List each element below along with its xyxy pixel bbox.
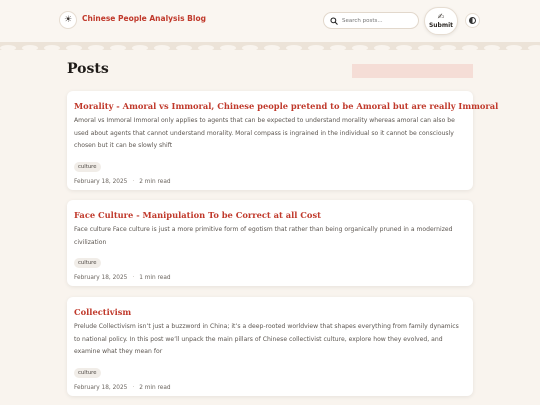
wave-divider: [0, 42, 540, 50]
sun-icon[interactable]: ☀: [59, 11, 77, 29]
post-excerpt: Face culture Face culture is just a more…: [74, 226, 453, 246]
submit-label: Submit: [428, 22, 454, 29]
post-card[interactable]: Collectivism Prelude Collectivism isn’t …: [67, 297, 473, 396]
post-meta: February 18, 2025 · 2 min read: [74, 179, 466, 185]
post-tag[interactable]: culture: [74, 367, 101, 378]
post-tag[interactable]: culture: [74, 161, 101, 172]
search-box[interactable]: [323, 12, 419, 29]
site-title[interactable]: Chinese People Analysis Blog: [82, 14, 206, 23]
meta-separator: ·: [132, 384, 135, 391]
meta-separator: ·: [132, 275, 135, 281]
search-icon: [330, 16, 338, 25]
search-input[interactable]: [342, 17, 416, 24]
title-highlight-bar: [352, 64, 473, 78]
post-meta: February 18, 2025 · 1 min read: [74, 275, 466, 281]
theme-toggle-button[interactable]: [465, 13, 480, 28]
post-date: February 18, 2025: [74, 384, 128, 391]
page-title: Posts: [67, 61, 109, 77]
post-card[interactable]: Morality - Amoral vs Immoral, Chinese pe…: [67, 91, 498, 190]
meta-separator: ·: [132, 178, 135, 185]
post-card[interactable]: Face Culture - Manipulation To be Correc…: [67, 200, 473, 286]
post-meta: February 18, 2025 · 2 min read: [74, 385, 466, 391]
post-read-time: 2 min read: [139, 384, 171, 391]
post-read-time: 2 min read: [139, 178, 171, 185]
post-tag[interactable]: culture: [74, 258, 101, 268]
half-circle-icon: [469, 17, 476, 24]
post-date: February 18, 2025: [74, 275, 128, 281]
submit-button[interactable]: ✍ Submit: [424, 7, 458, 35]
site-header: ☀ Chinese People Analysis Blog ✍ Submit: [0, 0, 540, 44]
writing-hand-icon: ✍: [437, 12, 445, 21]
post-title[interactable]: Collectivism: [74, 306, 466, 318]
post-title[interactable]: Face Culture - Manipulation To be Correc…: [74, 209, 466, 221]
post-excerpt: Prelude Collectivism isn’t just a buzzwo…: [74, 323, 459, 355]
post-date: February 18, 2025: [74, 178, 128, 185]
post-read-time: 1 min read: [139, 275, 171, 281]
post-excerpt: Amoral vs Immoral Immoral only applies t…: [74, 117, 455, 149]
post-title[interactable]: Morality - Amoral vs Immoral, Chinese pe…: [74, 100, 498, 112]
